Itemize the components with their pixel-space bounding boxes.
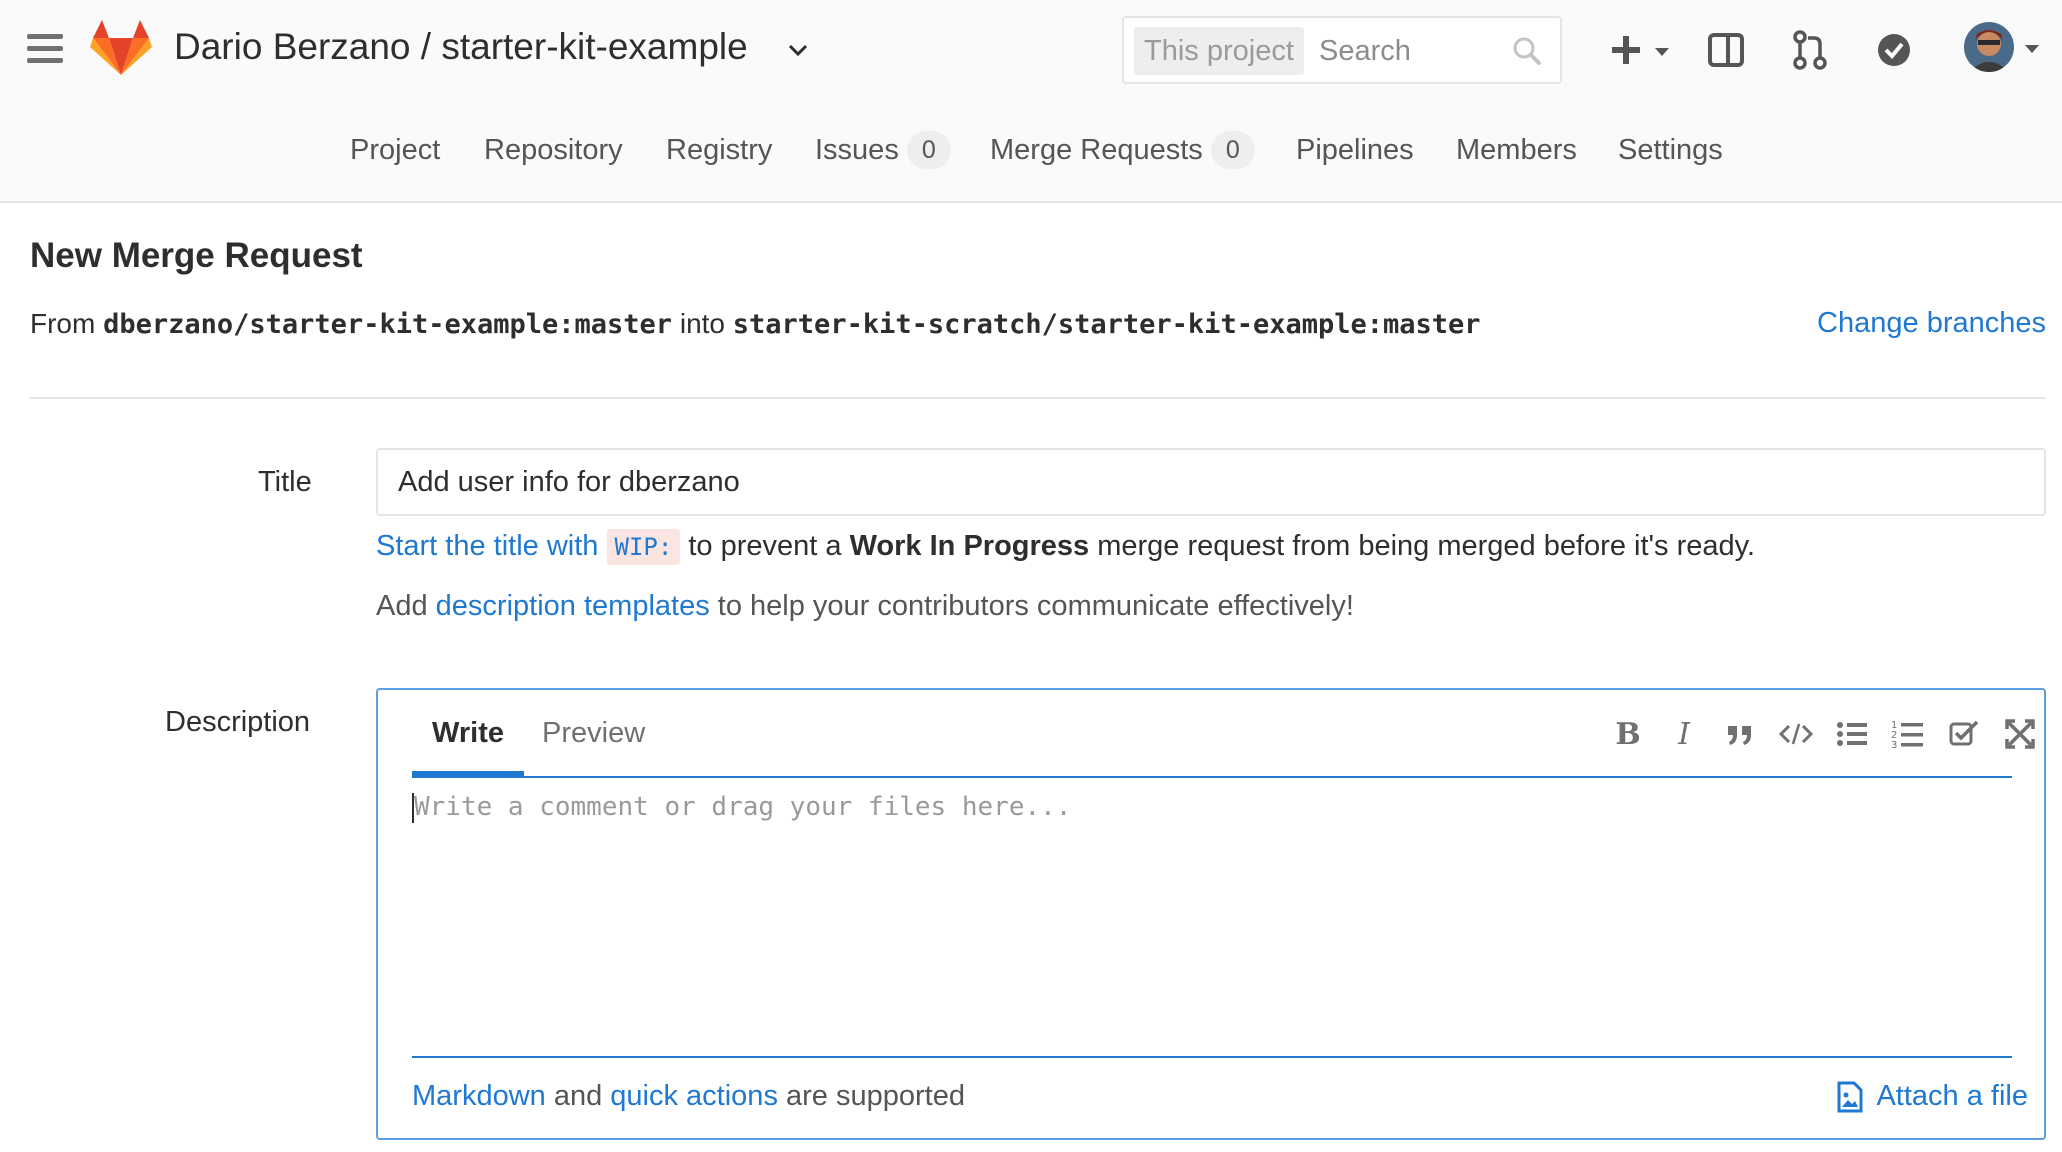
user-avatar[interactable] [1964,22,2014,72]
fullscreen-icon[interactable] [2000,714,2040,754]
task-list-icon[interactable] [1944,714,1984,754]
target-branch: starter-kit-scratch/starter-kit-example:… [732,309,1481,340]
attach-image-icon [1837,1081,1863,1112]
avatar-dropdown-caret-icon[interactable] [2022,42,2042,56]
wip-code: WIP: [606,529,681,565]
nav-members[interactable]: Members [1456,128,1577,172]
issues-count-badge: 0 [906,131,951,169]
nav-repository[interactable]: Repository [484,128,623,172]
search-box[interactable]: This project Search [1122,16,1562,84]
change-branches-link[interactable]: Change branches [1817,307,2046,340]
markdown-link[interactable]: Markdown [412,1080,546,1112]
markdown-support-note: Markdown and quick actions are supported [412,1080,965,1112]
code-icon[interactable] [1776,714,1816,754]
description-editor: Write Preview B I 1 2 3 Write a comment … [376,688,2046,1140]
description-label: Description [165,706,311,738]
nav-issues[interactable]: Issues 0 [815,128,951,172]
wip-hint-link[interactable]: Start the title with [376,530,598,562]
description-textarea[interactable]: Write a comment or drag your files here.… [412,792,2012,1042]
sidebar-toggle-icon[interactable] [1704,28,1748,72]
tab-preview[interactable]: Preview [522,690,665,776]
nav-settings[interactable]: Settings [1618,128,1723,172]
page-title: New Merge Request [30,236,363,275]
chevron-down-icon[interactable] [786,40,810,60]
merge-requests-count-badge: 0 [1210,131,1255,169]
quick-actions-link[interactable]: quick actions [610,1080,778,1112]
merge-request-icon[interactable] [1788,28,1832,72]
search-scope-chip[interactable]: This project [1134,27,1304,75]
plus-dropdown-caret-icon[interactable] [1652,28,1672,72]
editor-footer-divider [412,1056,2012,1058]
attach-file-button[interactable]: Attach a file [1836,1080,2028,1113]
title-input[interactable] [376,448,2046,516]
bold-icon[interactable]: B [1608,714,1648,754]
nav-project[interactable]: Project [350,128,440,172]
gitlab-logo-icon[interactable] [90,20,152,76]
top-header: Dario Berzano / starter-kit-example This… [0,0,2062,203]
svg-text:3: 3 [1891,740,1897,751]
nav-registry[interactable]: Registry [666,128,772,172]
branch-summary: From dberzano/starter-kit-example:master… [30,308,1481,340]
search-input[interactable]: Search [1319,35,1411,68]
source-branch: dberzano/starter-kit-example:master [103,309,673,340]
numbered-list-icon[interactable]: 1 2 3 [1888,714,1928,754]
nav-pipelines[interactable]: Pipelines [1296,128,1414,172]
todos-check-icon[interactable] [1872,28,1916,72]
description-templates-link[interactable]: description templates [436,590,710,622]
title-label: Title [258,466,312,498]
bullet-list-icon[interactable] [1832,714,1872,754]
hamburger-menu-icon[interactable] [27,34,63,66]
attach-file-label: Attach a file [1876,1080,2028,1112]
templates-hint: Add description templates to help your c… [376,590,1354,622]
project-nav: Project Repository Registry Issues 0 Mer… [0,128,2062,172]
quote-icon[interactable] [1720,714,1760,754]
plus-icon[interactable] [1604,28,1648,72]
search-icon [1513,37,1541,65]
wip-hint: Start the title with WIP: to prevent a W… [376,529,1755,565]
italic-icon[interactable]: I [1664,714,1704,754]
description-placeholder: Write a comment or drag your files here.… [414,792,1072,822]
nav-merge-requests[interactable]: Merge Requests 0 [990,128,1255,172]
project-breadcrumb[interactable]: Dario Berzano / starter-kit-example [174,26,748,68]
editor-tabs: Write Preview B I 1 2 3 [412,690,2035,778]
tab-write[interactable]: Write [412,690,524,776]
section-divider [30,397,2046,399]
